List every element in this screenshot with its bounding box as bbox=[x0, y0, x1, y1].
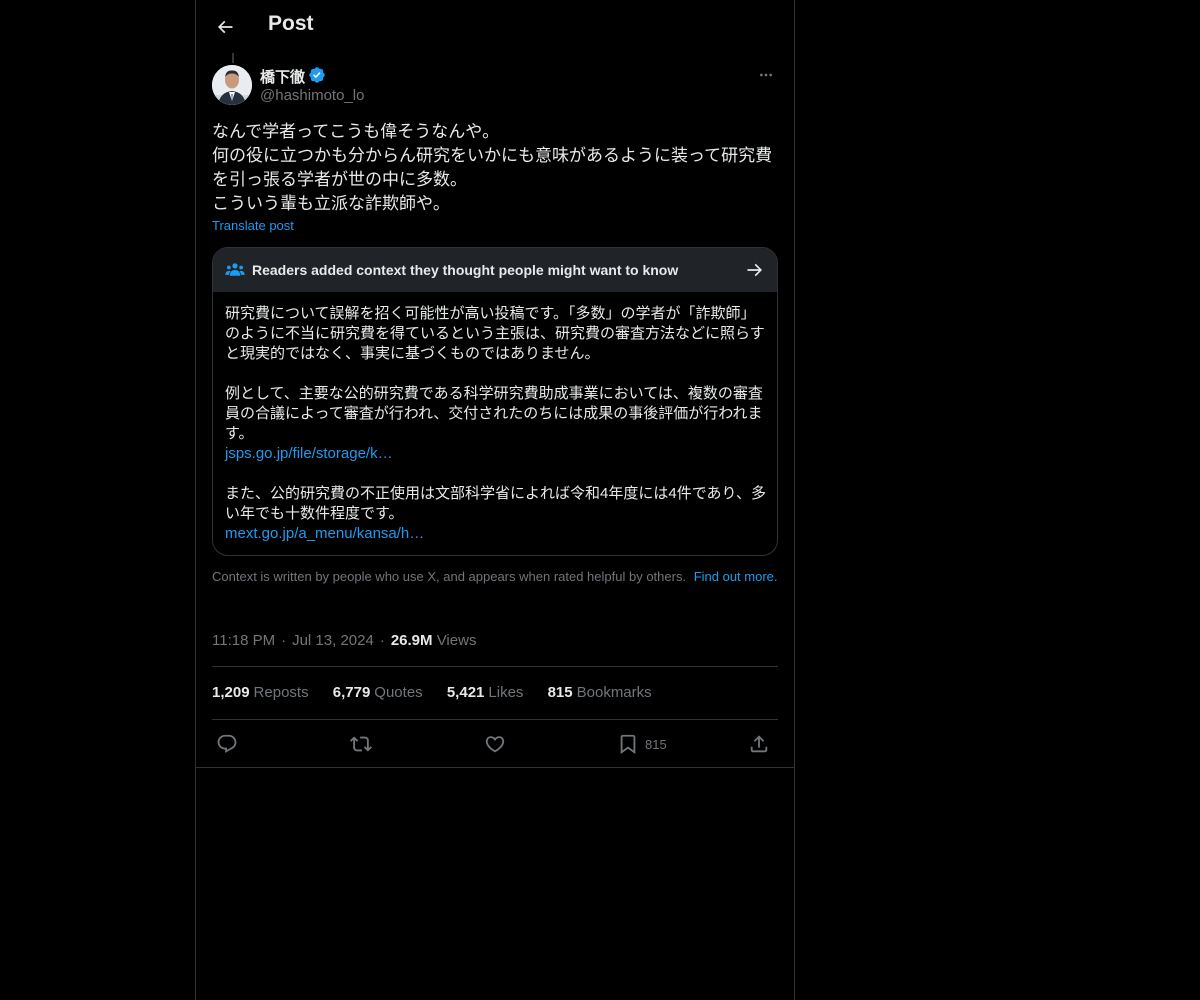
views-label: Views bbox=[436, 632, 477, 649]
stat-label: Bookmarks bbox=[576, 684, 652, 701]
post-author: 橋下徹 @hashimoto_lo bbox=[212, 64, 778, 108]
bookmark-count: 815 bbox=[645, 736, 667, 752]
stat-count: 815 bbox=[547, 684, 573, 701]
bookmark-icon bbox=[620, 734, 636, 755]
stat-label: Reposts bbox=[253, 684, 309, 701]
community-note: Readers added context they thought peopl… bbox=[212, 247, 778, 556]
community-note-header[interactable]: Readers added context they thought peopl… bbox=[213, 248, 777, 292]
context-info-text: Context is written by people who use X, … bbox=[212, 569, 687, 584]
note-source-link-jsps[interactable]: jsps.go.jp/file/storage/k… bbox=[225, 444, 770, 464]
find-out-more-link[interactable]: Find out more. bbox=[694, 569, 778, 584]
stat-label: Likes bbox=[488, 684, 524, 701]
more-horizontal-icon bbox=[760, 73, 772, 77]
arrow-left-icon bbox=[217, 20, 233, 34]
avatar[interactable] bbox=[212, 65, 252, 105]
note-paragraph: また、公的研究費の不正使用は文部科学省によれば令和4年度には4件であり、多い年で… bbox=[225, 485, 766, 522]
note-paragraph: 例として、主要な公的研究費である科学研究費助成事業においては、複数の審査員の合議… bbox=[225, 385, 763, 442]
arrow-right-icon bbox=[747, 263, 763, 277]
thread-connector-line bbox=[232, 53, 234, 63]
context-info: Context is written by people who use X, … bbox=[212, 569, 778, 585]
repost-icon bbox=[350, 736, 372, 752]
stat-quotes[interactable]: 6,779 Quotes bbox=[333, 683, 423, 703]
more-options-button[interactable] bbox=[754, 64, 778, 86]
repost-button[interactable] bbox=[350, 732, 372, 756]
post-date[interactable]: Jul 13, 2024 bbox=[292, 632, 374, 649]
reply-icon bbox=[217, 734, 237, 753]
verified-badge-icon bbox=[309, 67, 325, 83]
stat-likes[interactable]: 5,421 Likes bbox=[447, 683, 524, 703]
divider bbox=[212, 666, 778, 667]
separator-dot: · bbox=[281, 632, 287, 649]
community-note-body: 研究費について誤解を招く可能性が高い投稿です。「多数」の学者が「詐欺師」のように… bbox=[225, 304, 770, 544]
translate-post-link[interactable]: Translate post bbox=[212, 218, 294, 233]
author-handle[interactable]: @hashimoto_lo bbox=[260, 87, 364, 104]
back-button[interactable] bbox=[208, 10, 242, 44]
bookmark-button[interactable]: 815 bbox=[617, 732, 667, 756]
reply-button[interactable] bbox=[216, 732, 238, 756]
primary-column: Post 橋下徹 @hashimoto_lo なんで学者ってこうも偉そうなんや。… bbox=[195, 0, 795, 1000]
separator-dot: · bbox=[379, 632, 385, 649]
people-icon bbox=[225, 263, 245, 276]
note-source-link-mext[interactable]: mext.go.jp/a_menu/kansa/h… bbox=[225, 524, 770, 544]
share-icon bbox=[750, 735, 768, 753]
author-display-name[interactable]: 橋下徹 bbox=[260, 66, 305, 87]
stat-reposts[interactable]: 1,209 Reposts bbox=[212, 683, 309, 703]
heart-icon bbox=[485, 736, 505, 753]
post-meta: 11:18 PM · Jul 13, 2024 · 26.9M Views bbox=[212, 631, 476, 651]
header: Post bbox=[196, 0, 794, 53]
post-text: なんで学者ってこうも偉そうなんや。 何の役に立つかも分からん研究をいかにも意味が… bbox=[212, 122, 773, 213]
post-time[interactable]: 11:18 PM bbox=[212, 632, 275, 649]
post-actions: 815 bbox=[212, 730, 778, 758]
page-title: Post bbox=[268, 12, 314, 35]
stat-count: 5,421 bbox=[446, 684, 485, 701]
share-button[interactable] bbox=[748, 732, 770, 756]
community-note-title: Readers added context they thought peopl… bbox=[252, 262, 679, 278]
divider bbox=[212, 719, 778, 720]
views-count: 26.9M bbox=[390, 632, 433, 649]
avatar-image bbox=[212, 65, 252, 105]
stat-bookmarks[interactable]: 815 Bookmarks bbox=[548, 683, 652, 703]
stat-count: 6,779 bbox=[332, 684, 371, 701]
divider bbox=[196, 767, 794, 768]
stat-count: 1,209 bbox=[212, 684, 250, 701]
stat-label: Quotes bbox=[374, 684, 423, 701]
note-paragraph: 研究費について誤解を招く可能性が高い投稿です。「多数」の学者が「詐欺師」のように… bbox=[225, 305, 765, 362]
post-stats: 1,209 Reposts 6,779 Quotes 5,421 Likes 815 B… bbox=[212, 683, 672, 705]
like-button[interactable] bbox=[484, 732, 506, 756]
